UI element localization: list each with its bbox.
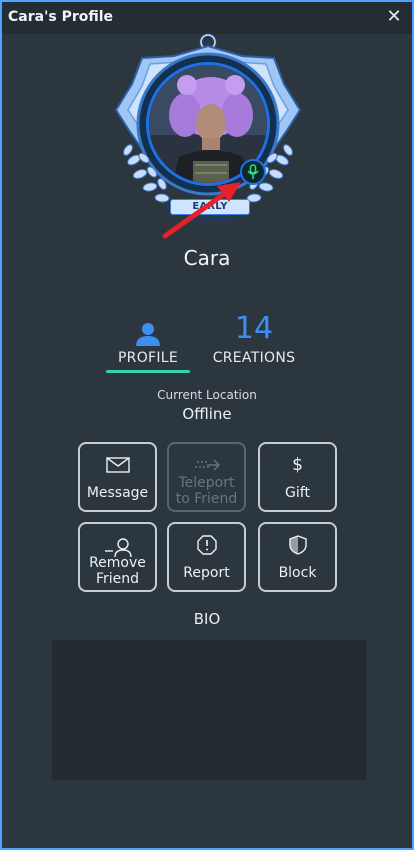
- username: Cara: [183, 246, 231, 270]
- shield-icon: [288, 535, 307, 555]
- close-icon[interactable]: ✕: [384, 7, 404, 27]
- teleport-to-friend-button[interactable]: Teleport to Friend: [167, 442, 246, 512]
- remove-friend-button[interactable]: Remove Friend: [78, 522, 157, 592]
- remove-friend-button-label: Remove Friend: [89, 555, 146, 587]
- gift-button-label: Gift: [285, 485, 310, 501]
- current-location-value: Offline: [182, 405, 232, 423]
- voice-chat-mic-icon: [240, 159, 266, 185]
- current-location-label: Current Location: [157, 388, 257, 402]
- profile-window: Cara's Profile ✕ EARLY ACCESS Cara PROFI…: [0, 0, 414, 850]
- creations-count: 14: [234, 311, 274, 346]
- envelope-icon: [105, 457, 130, 473]
- message-button-label: Message: [86, 485, 149, 501]
- early-access-badge-label: EARLY ACCESS: [170, 199, 250, 225]
- report-octagon-icon: [196, 535, 217, 555]
- tab-creations[interactable]: 14 CREATIONS: [208, 311, 300, 367]
- report-button-label: Report: [183, 565, 230, 581]
- window-title: Cara's Profile: [8, 9, 114, 25]
- remove-friend-icon: [104, 538, 132, 557]
- dollar-icon: $: [292, 455, 303, 475]
- tab-profile[interactable]: PROFILE: [106, 312, 190, 366]
- bio-text-area: [52, 640, 366, 780]
- block-button[interactable]: Block: [258, 522, 337, 592]
- report-button[interactable]: Report: [167, 522, 246, 592]
- person-icon: [136, 323, 160, 346]
- tab-creations-label: CREATIONS: [212, 350, 296, 366]
- block-button-label: Block: [278, 565, 317, 581]
- teleport-arrow-icon: [194, 459, 220, 471]
- title-bar: Cara's Profile ✕: [2, 2, 412, 34]
- active-tab-indicator: [106, 370, 190, 373]
- message-button[interactable]: Message: [78, 442, 157, 512]
- bio-heading: BIO: [193, 610, 221, 628]
- teleport-button-label: Teleport to Friend: [175, 475, 238, 507]
- tab-profile-label: PROFILE: [117, 350, 179, 366]
- gift-button[interactable]: $ Gift: [258, 442, 337, 512]
